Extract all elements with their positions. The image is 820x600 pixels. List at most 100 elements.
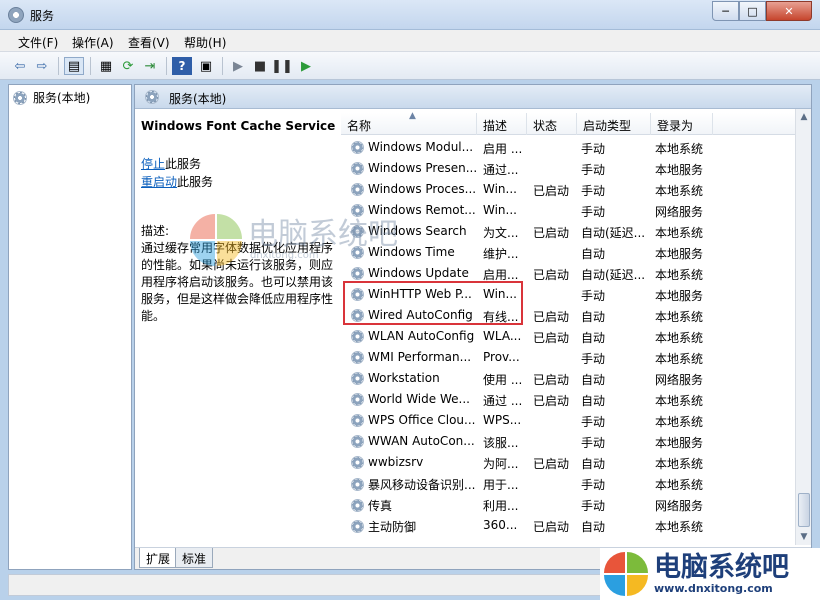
table-row[interactable]: WPS Office Clou... WPS... 手动 本地系统 [341, 410, 795, 431]
service-name-cell: World Wide We... [351, 392, 481, 406]
restart-service-link[interactable]: 重启动 [141, 175, 177, 189]
tab-standard[interactable]: 标准 [175, 548, 214, 568]
minimize-button[interactable]: ─ [712, 1, 739, 21]
service-description: WLA... [483, 329, 522, 343]
service-name: Windows Proces... [368, 182, 477, 196]
service-logon: 本地系统 [655, 478, 704, 492]
menu-help[interactable]: 帮助(H) [184, 34, 226, 51]
service-logon: 网络服务 [655, 499, 704, 513]
table-row[interactable]: World Wide We... 通过 ... 已启动 自动 本地系统 [341, 389, 795, 410]
service-name: WPS Office Clou... [368, 413, 476, 427]
menu-view[interactable]: 查看(V) [128, 34, 170, 51]
service-status: 已启动 [533, 268, 570, 282]
service-name: 传真 [368, 499, 393, 513]
table-row[interactable]: Windows Remot... Win... 手动 网络服务 [341, 200, 795, 221]
table-row[interactable]: Workstation 使用 ... 已启动 自动 网络服务 [341, 368, 795, 389]
table-row[interactable]: 暴风移动设备识别... 用于... 手动 本地系统 [341, 473, 795, 494]
scroll-up-icon[interactable]: ▲ [796, 109, 812, 125]
table-row[interactable]: 主动防御 360... 已启动 自动 本地系统 [341, 515, 795, 536]
stop-service-action: 停止此服务 [141, 155, 337, 173]
table-row[interactable]: 传真 利用... 手动 网络服务 [341, 494, 795, 515]
tree-item-services-local[interactable]: 服务(本地) [13, 89, 90, 106]
service-startup-type: 手动 [581, 352, 606, 366]
table-row[interactable]: WWAN AutoCon... 该服... 手动 本地服务 [341, 431, 795, 452]
service-logon: 本地系统 [655, 457, 704, 471]
service-name-cell: wwbizsrv [351, 455, 481, 469]
service-name: Windows Update [368, 266, 469, 280]
service-description: 利用... [483, 499, 519, 513]
service-status: 已启动 [533, 394, 570, 408]
stop-service-suffix: 此服务 [165, 157, 202, 171]
resume-icon[interactable]: ▶ [296, 57, 316, 75]
scroll-thumb[interactable] [798, 493, 810, 527]
column-header-description[interactable]: 描述 [477, 113, 527, 135]
service-name: Workstation [368, 371, 440, 385]
service-logon: 本地系统 [655, 394, 704, 408]
service-status: 已启动 [533, 373, 570, 387]
watermark-corner: 电脑系统吧 www.dnxitong.com [600, 548, 820, 600]
service-description: 启用 ... [483, 142, 523, 156]
watermark-center: 电脑系统吧 dnxitong.com [190, 214, 398, 266]
service-startup-type: 手动 [581, 478, 606, 492]
close-button[interactable]: ✕ [766, 1, 812, 21]
stop-service-link[interactable]: 停止 [141, 157, 165, 171]
column-header-name[interactable]: 名称 ▲ [341, 111, 477, 135]
service-gear-icon [351, 434, 364, 448]
table-row[interactable]: Windows Modul... 启用 ... 手动 本地系统 [341, 137, 795, 158]
export-icon[interactable]: ⇥ [140, 57, 160, 75]
service-name: 主动防御 [368, 520, 417, 534]
pause-icon[interactable]: ❚❚ [271, 57, 293, 75]
properties-icon[interactable]: ▦ [96, 57, 116, 75]
vertical-scrollbar[interactable]: ▲ ▼ [795, 109, 811, 545]
help-topic-icon[interactable]: ▣ [196, 57, 216, 75]
windows-logo-icon [604, 552, 648, 596]
column-header-logon[interactable]: 登录为 [651, 113, 713, 135]
table-row[interactable]: WLAN AutoConfig WLA... 已启动 自动 本地系统 [341, 326, 795, 347]
play-icon[interactable]: ▶ [228, 57, 248, 75]
service-name-cell: Windows Presen... [351, 161, 481, 175]
forward-icon[interactable]: ⇨ [32, 57, 52, 75]
service-startup-type: 自动 [581, 310, 606, 324]
menu-file[interactable]: 文件(F) [18, 34, 58, 51]
stop-icon[interactable]: ■ [250, 57, 270, 75]
back-icon[interactable]: ⇦ [10, 57, 30, 75]
services-rows: Windows Modul... 启用 ... 手动 本地系统 Windows Pres… [341, 137, 795, 536]
selected-service-name: Windows Font Cache Service [141, 119, 336, 133]
refresh-icon[interactable]: ⟳ [118, 57, 138, 75]
service-description: Win... [483, 203, 517, 217]
gear-icon [13, 90, 27, 105]
table-row[interactable]: Windows Time 维护... 自动 本地服务 [341, 242, 795, 263]
service-description: WPS... [483, 413, 522, 427]
service-logon: 本地服务 [655, 163, 704, 177]
title-bar: 服务 ─ □ ✕ [0, 0, 820, 30]
column-header-startup-type[interactable]: 启动类型 [577, 113, 651, 135]
service-description: 用于... [483, 478, 519, 492]
table-row[interactable]: WMI Performan... Prov... 手动 本地系统 [341, 347, 795, 368]
service-startup-type: 手动 [581, 289, 606, 303]
scroll-down-icon[interactable]: ▼ [796, 529, 812, 545]
service-gear-icon [351, 392, 364, 406]
service-gear-icon [351, 182, 364, 196]
details-header: 服务(本地) [135, 85, 811, 109]
sort-ascending-icon: ▲ [409, 111, 416, 121]
service-startup-type: 自动 [581, 247, 606, 261]
service-startup-type: 自动 [581, 457, 606, 471]
table-row[interactable]: Windows Proces... Win... 已启动 手动 本地系统 [341, 179, 795, 200]
maximize-button[interactable]: □ [739, 1, 766, 21]
service-name-cell: Windows Update [351, 266, 481, 280]
table-row[interactable]: Windows Presen... 通过... 手动 本地服务 [341, 158, 795, 179]
help-icon[interactable]: ? [172, 57, 192, 75]
column-header-status[interactable]: 状态 [527, 113, 577, 135]
details-pane: 服务(本地) Windows Font Cache Service 停止此服务 … [134, 84, 812, 570]
menu-action[interactable]: 操作(A) [72, 34, 114, 51]
service-name: wwbizsrv [368, 455, 424, 469]
tab-extended[interactable]: 扩展 [139, 548, 178, 568]
service-startup-type: 手动 [581, 184, 606, 198]
service-logon: 网络服务 [655, 205, 704, 219]
console-tree-icon[interactable]: ▤ [64, 57, 84, 75]
service-name-cell: WLAN AutoConfig [351, 329, 481, 343]
toolbar-separator [166, 57, 167, 75]
services-app-icon [8, 7, 24, 23]
table-row[interactable]: Windows Search 为文... 已启动 自动(延迟... 本地系统 [341, 221, 795, 242]
table-row[interactable]: wwbizsrv 为阿... 已启动 自动 本地系统 [341, 452, 795, 473]
